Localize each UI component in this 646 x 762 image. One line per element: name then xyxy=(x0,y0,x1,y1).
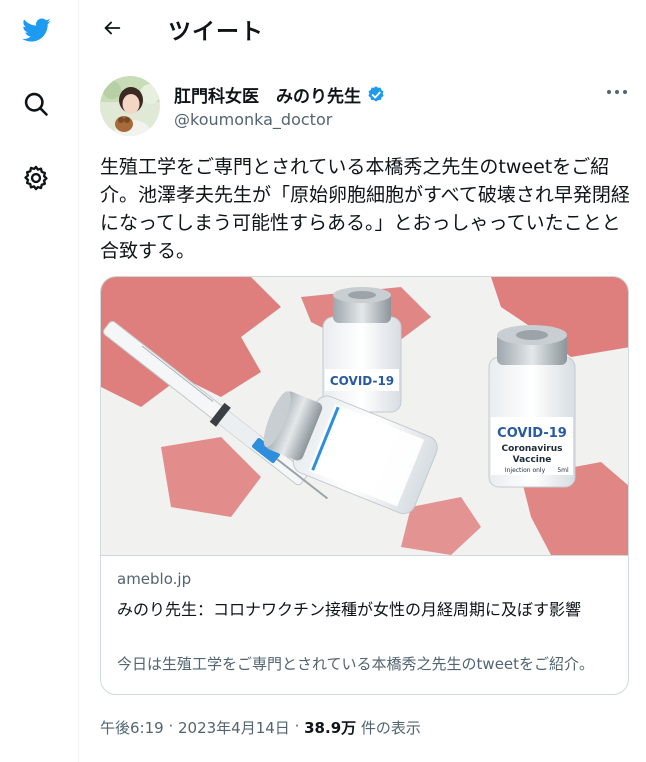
view-count: 38.9万 xyxy=(304,719,357,737)
page-header: ツイート xyxy=(80,0,646,56)
more-options-button[interactable] xyxy=(600,80,634,104)
link-preview-card[interactable]: COVID-19 COVID-19 Coronavirus Vaccine In… xyxy=(100,276,629,695)
sidebar-nav xyxy=(0,0,79,762)
author-display-name[interactable]: 肛門科女医 みのり先生 xyxy=(174,82,361,107)
tweet-time[interactable]: 午後6:19 xyxy=(100,717,164,738)
meta-separator: · xyxy=(289,717,305,735)
author-handle[interactable]: @koumonka_doctor xyxy=(174,110,332,129)
view-count-label: 件の表示 xyxy=(356,719,421,737)
vial-a-label: COVID-19 xyxy=(330,374,394,388)
card-domain: ameblo.jp xyxy=(117,570,192,588)
settings-gear-icon xyxy=(24,165,48,191)
card-title: みのり先生：コロナワクチン接種が女性の月経周期に及ぼす影響 xyxy=(117,600,582,619)
twitter-logo-button[interactable] xyxy=(14,8,58,52)
card-description: 今日は生殖工学をご専門とされている本橋秀之先生のtweetをご紹介。 xyxy=(117,655,595,673)
more-options-icon xyxy=(607,90,627,94)
search-icon xyxy=(24,92,48,116)
vial-b-label: COVID-19 xyxy=(497,426,567,441)
vial-b-line2: Vaccine xyxy=(513,455,552,465)
verified-badge-icon xyxy=(368,85,384,101)
tweet-text: 生殖工学をご専門とされている本橋秀之先生のtweetをご紹介。池澤孝夫先生が「原… xyxy=(100,156,630,262)
tweet-date[interactable]: 2023年4月14日 xyxy=(178,717,290,738)
tweet-meta: 午後6:19 · 2023年4月14日 · 38.9万 件の表示 xyxy=(100,717,421,738)
vial-b-dose: 5ml xyxy=(557,467,569,474)
twitter-logo-icon xyxy=(22,18,51,42)
vial-b-line1: Coronavirus xyxy=(501,444,562,454)
tweet-author: 肛門科女医 みのり先生 @koumonka_doctor xyxy=(100,76,630,138)
settings-button[interactable] xyxy=(14,156,58,200)
page-title: ツイート xyxy=(168,19,264,45)
author-name-row: 肛門科女医 みのり先生 xyxy=(174,82,386,107)
avatar[interactable] xyxy=(100,76,160,136)
back-button[interactable] xyxy=(94,10,130,46)
vial-b-line3: Injection only xyxy=(505,467,546,474)
search-button[interactable] xyxy=(14,82,58,126)
back-arrow-icon xyxy=(104,21,121,35)
meta-separator: · xyxy=(163,717,178,735)
card-body: ameblo.jp みのり先生：コロナワクチン接種が女性の月経周期に及ぼす影響 … xyxy=(101,555,628,694)
card-image: COVID-19 COVID-19 Coronavirus Vaccine In… xyxy=(101,277,628,555)
main-column: ツイート 肛門科女医 みのり先生 @koumonka_doctor 生殖工学をご… xyxy=(80,0,646,762)
